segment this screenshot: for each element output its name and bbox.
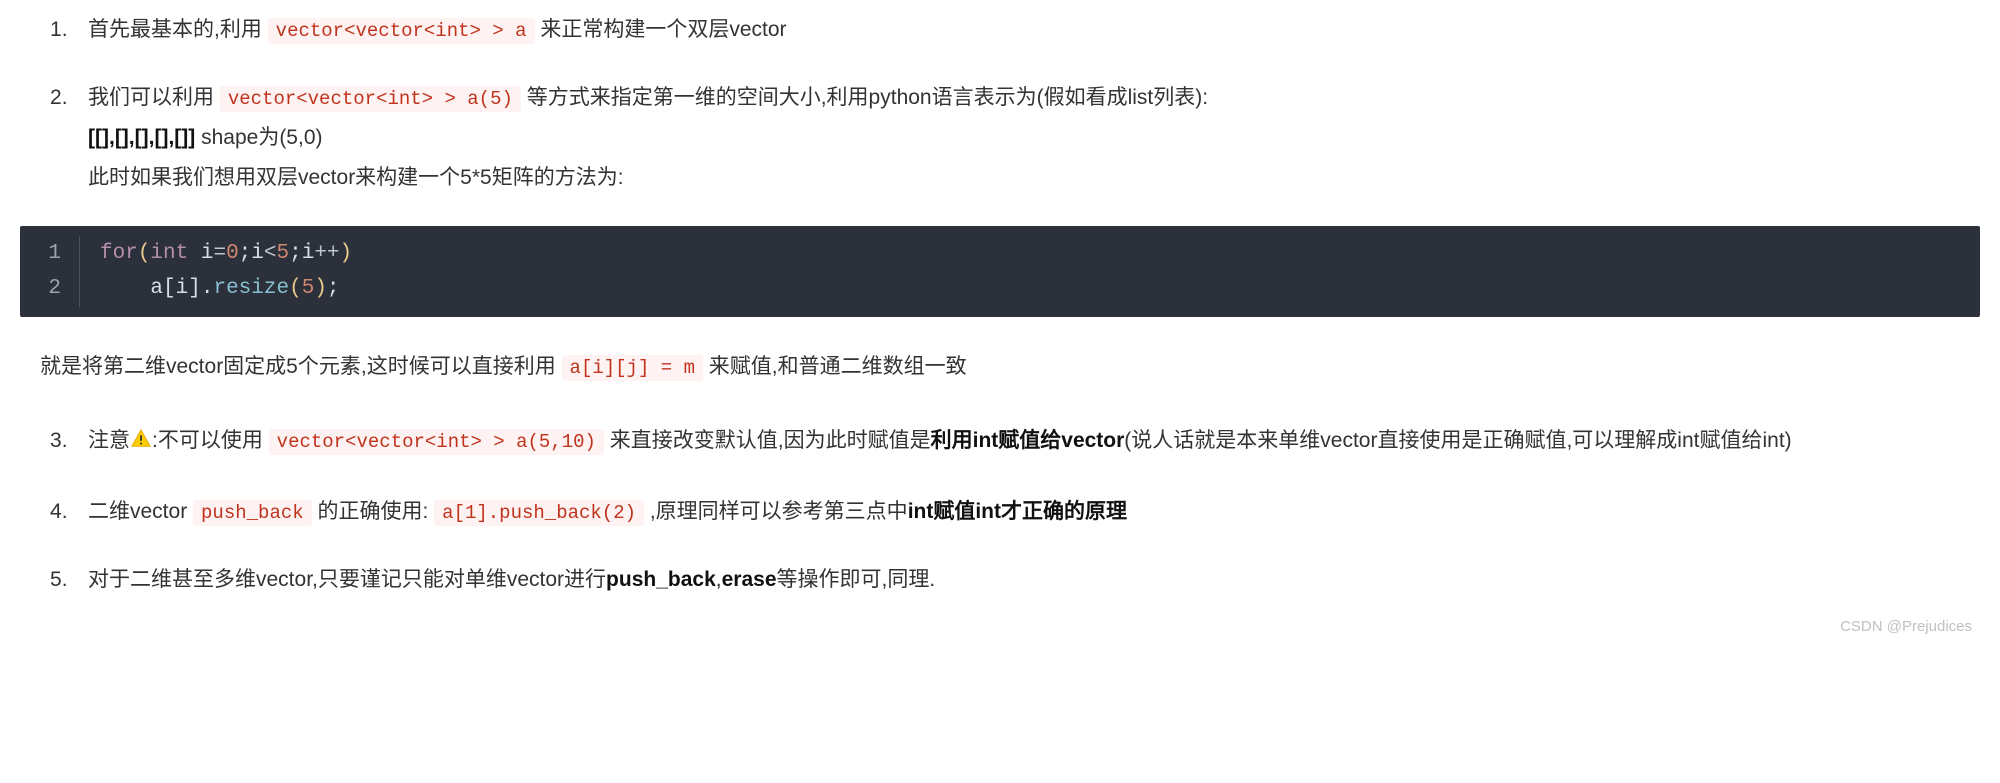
bold-text: int赋值int才正确的原理 [908,500,1127,523]
list-item-1: 首先最基本的,利用 vector<vector<int> > a 来正常构建一个… [20,10,1980,50]
bold-text: erase [722,568,777,591]
inline-code: a[i][j] = m [562,355,703,381]
line-number: 1 [20,236,80,272]
code-content: for(int i=0;i<5;i++) [80,236,352,272]
text: 首先最基本的,利用 [88,18,268,41]
list-item-4: 二维vector push_back 的正确使用: a[1].push_back… [20,492,1980,532]
text: 等操作即可,同理. [777,568,936,591]
text: :不可以使用 [152,429,269,452]
text: 就是将第二维vector固定成5个元素,这时候可以直接利用 [40,355,562,378]
inline-code: push_back [193,500,312,526]
ordered-list-part1: 首先最基本的,利用 vector<vector<int> > a 来正常构建一个… [20,10,1980,198]
ordered-list-part2: 注意 :不可以使用 vector<vector<int> > a(5,10) 来直… [20,421,1980,600]
text: 我们可以利用 [88,86,220,109]
warning-icon [130,424,152,464]
inline-code: a[1].push_back(2) [434,500,644,526]
inline-code: vector<vector<int> > a(5) [220,86,521,112]
paragraph: 就是将第二维vector固定成5个元素,这时候可以直接利用 a[i][j] = … [40,347,1980,387]
bold-text: push_back [606,568,716,591]
bold-text: 利用int赋值给vector [931,429,1125,452]
watermark: CSDN @Prejudices [1840,613,1972,642]
list-item-2: 我们可以利用 vector<vector<int> > a(5) 等方式来指定第… [20,78,1980,198]
text: 等方式来指定第一维的空间大小,利用python语言表示为(假如看成list列表)… [521,86,1208,109]
shape-bold: [[],[],[],[],[]] [88,126,195,149]
code-block: 1 for(int i=0;i<5;i++) 2 a[i].resize(5); [20,226,1980,317]
text: (说人话就是本来单维vector直接使用是正确赋值,可以理解成int赋值给int… [1124,429,1791,452]
text: 注意 [88,429,130,452]
inline-code: vector<vector<int> > a(5,10) [269,429,604,455]
text: 此时如果我们想用双层vector来构建一个5*5矩阵的方法为: [88,166,624,189]
text: 来直接改变默认值,因为此时赋值是 [604,429,931,452]
list-item-3: 注意 :不可以使用 vector<vector<int> > a(5,10) 来直… [20,421,1980,464]
line-number: 2 [20,271,80,307]
code-line: 1 for(int i=0;i<5;i++) [20,236,1980,272]
text: 来正常构建一个双层vector [535,18,787,41]
text: 二维vector [88,500,193,523]
list-item-5: 对于二维甚至多维vector,只要谨记只能对单维vector进行push_bac… [20,560,1980,600]
text: shape为(5,0) [195,126,322,149]
text: 的正确使用: [312,500,435,523]
text: 来赋值,和普通二维数组一致 [703,355,967,378]
code-line: 2 a[i].resize(5); [20,271,1980,307]
code-content: a[i].resize(5); [80,271,340,307]
inline-code: vector<vector<int> > a [268,18,535,44]
text: 对于二维甚至多维vector,只要谨记只能对单维vector进行 [88,568,606,591]
text: ,原理同样可以参考第三点中 [644,500,908,523]
